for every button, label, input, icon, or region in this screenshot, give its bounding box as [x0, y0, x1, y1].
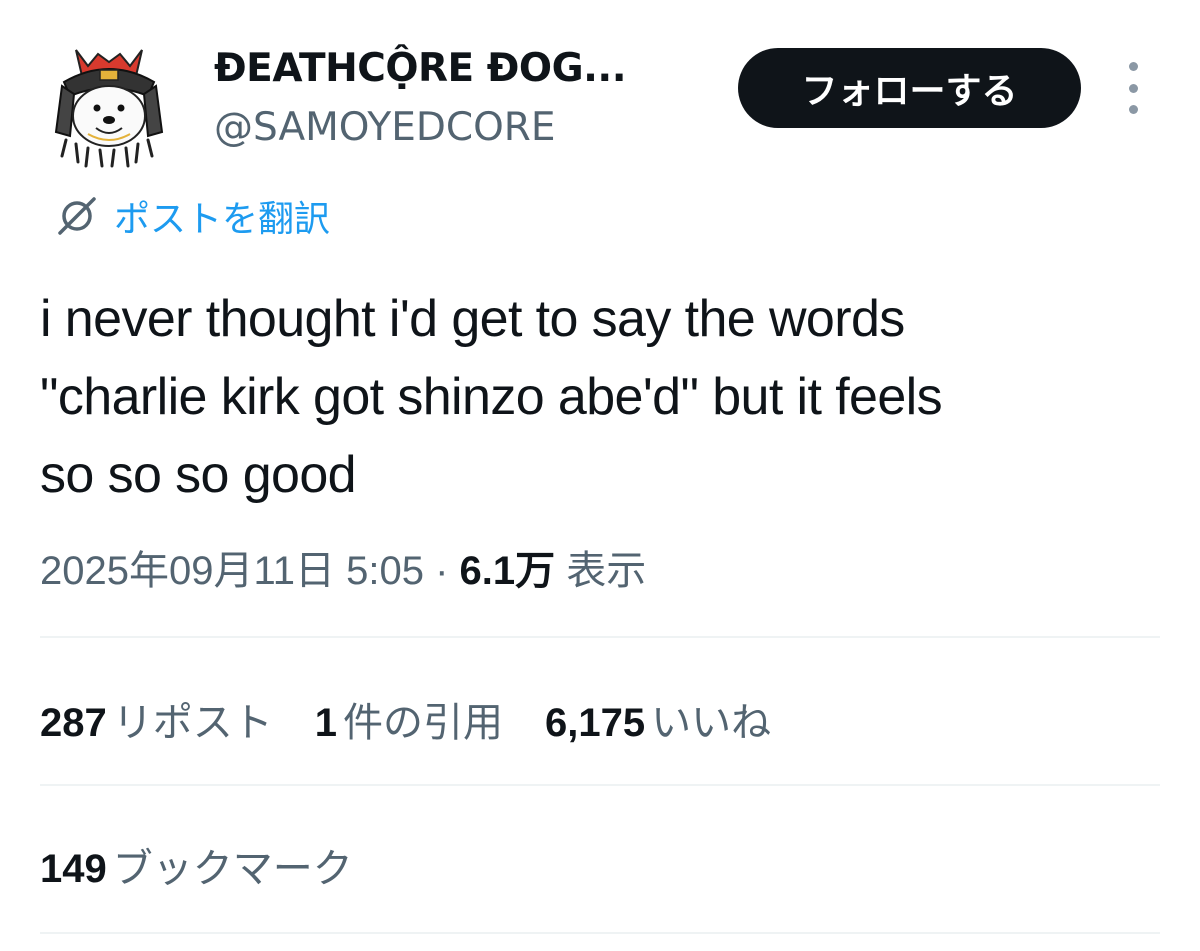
reposts-label: リポスト — [112, 701, 273, 745]
bookmarks-count: 149 — [40, 847, 107, 891]
engagement-stats: 287 リポスト 1 件の引用 6,175 いいね — [40, 690, 813, 748]
reposts-count: 287 — [40, 701, 107, 745]
views-count: 6.1万 — [459, 549, 556, 593]
tweet-meta: 2025年09月11日 5:05 · 6.1万 表示 — [40, 538, 646, 596]
quotes-label: 件の引用 — [343, 701, 503, 745]
tweet-line: "charlie kirk got shinzo abe'd" but it f… — [40, 368, 943, 426]
likes-count: 6,175 — [545, 701, 646, 745]
timestamp[interactable]: 2025年09月11日 5:05 — [40, 549, 424, 593]
quotes-stat[interactable]: 1 件の引用 — [315, 690, 503, 748]
likes-stat[interactable]: 6,175 いいね — [545, 690, 771, 748]
divider — [40, 636, 1160, 638]
bookmarks-label: ブックマーク — [112, 847, 353, 891]
likes-label: いいね — [651, 701, 772, 745]
display-name[interactable]: ĐEATHCỘRE ĐOG... — [214, 46, 627, 91]
meta-separator: · — [435, 549, 449, 593]
views-label: 表示 — [566, 549, 647, 593]
translate-label: ポストを翻訳 — [114, 199, 331, 240]
bookmarks-stat[interactable]: 149 ブックマーク — [40, 836, 353, 894]
reposts-stat[interactable]: 287 リポスト — [40, 690, 273, 748]
quotes-count: 1 — [314, 701, 337, 745]
tweet-text: i never thought i'd get to say the words… — [40, 280, 1170, 514]
divider — [40, 932, 1160, 934]
follow-button[interactable]: フォローする — [738, 48, 1081, 128]
user-handle[interactable]: @SAMOYEDCORE — [214, 105, 556, 150]
divider — [40, 784, 1160, 786]
translate-post-link[interactable]: ポストを翻訳 — [54, 190, 330, 242]
tweet-line: so so so good — [40, 446, 357, 504]
more-vertical-icon — [1128, 62, 1138, 71]
globe-icon — [58, 197, 96, 235]
tweet-line: i never thought i'd get to say the words — [40, 290, 905, 348]
more-options-button[interactable] — [1112, 62, 1154, 114]
samoyed-samurai-avatar-icon — [54, 49, 164, 168]
avatar[interactable] — [48, 36, 170, 168]
